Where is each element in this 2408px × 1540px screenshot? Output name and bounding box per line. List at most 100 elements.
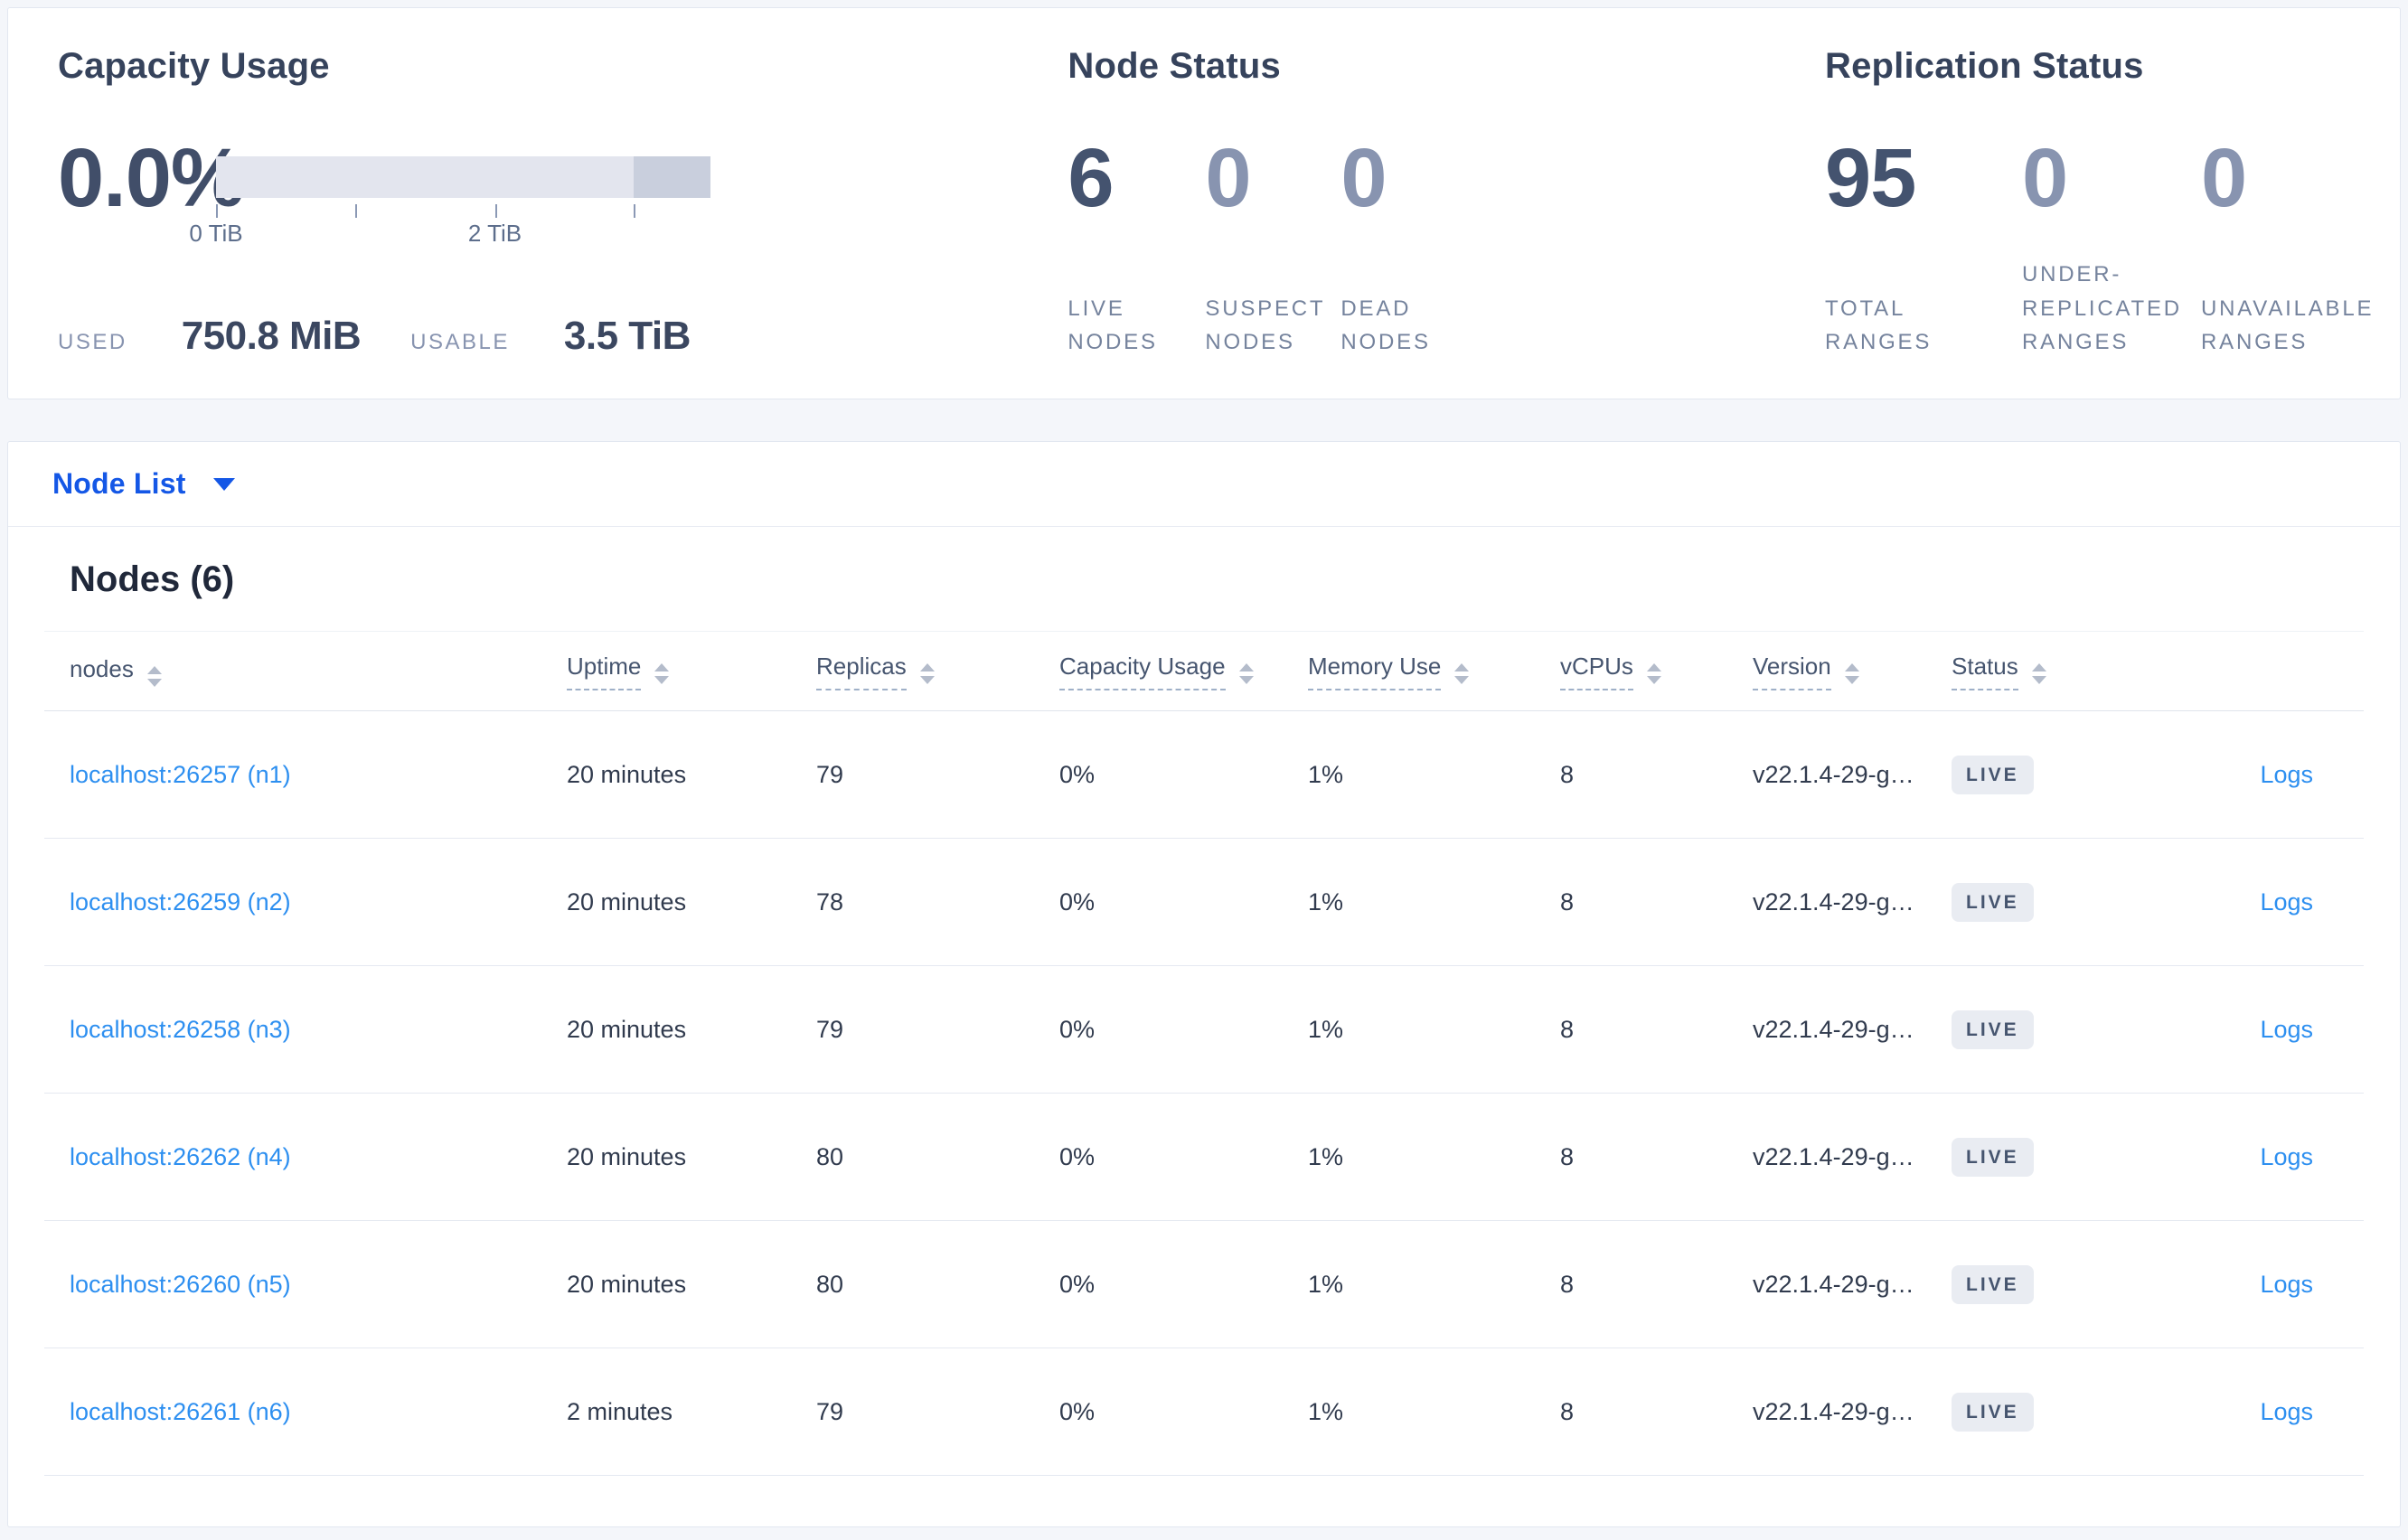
logs-link[interactable]: Logs bbox=[2260, 1271, 2313, 1298]
sort-icon bbox=[1454, 662, 1470, 684]
sort-up-icon bbox=[1646, 662, 1661, 671]
vcpus-cell: 8 bbox=[1560, 1270, 1575, 1298]
stat-label: UNDER- REPLICATED RANGES bbox=[2022, 262, 2182, 354]
sort-up-icon bbox=[654, 662, 670, 671]
node-address-link[interactable]: localhost:26257 (n1) bbox=[70, 761, 291, 788]
sort-up-icon bbox=[1454, 662, 1470, 671]
node-list-dropdown[interactable]: Node List bbox=[8, 442, 2400, 527]
sort-down-icon bbox=[1454, 675, 1470, 684]
memory-use-cell: 1% bbox=[1308, 1270, 1344, 1298]
node-list-card: Node List Nodes (6) nodes Uptime Replica… bbox=[7, 441, 2401, 1527]
capacity-usage-cell: 0% bbox=[1059, 1015, 1096, 1043]
axis-tick bbox=[216, 204, 218, 218]
logs-link[interactable]: Logs bbox=[2260, 1016, 2313, 1043]
sort-up-icon bbox=[1844, 662, 1859, 671]
replicas-cell: 80 bbox=[816, 1142, 844, 1170]
capacity-usage-title: Capacity Usage bbox=[58, 46, 330, 86]
chevron-down-icon bbox=[212, 477, 235, 491]
sort-icon bbox=[1238, 662, 1254, 684]
status-badge: LIVE bbox=[1952, 1264, 2034, 1304]
stat-label: UNAVAILABLE RANGES bbox=[2201, 296, 2375, 354]
stat-value: 95 bbox=[1825, 132, 1916, 224]
column-header-uptime[interactable]: Uptime bbox=[567, 653, 816, 690]
capacity-axis bbox=[216, 198, 710, 218]
replication-status-stats: 95 TOTAL RANGES 0 UNDER- REPLICATED RANG… bbox=[1825, 136, 2400, 359]
column-header-memory-use[interactable]: Memory Use bbox=[1308, 653, 1560, 690]
sort-down-icon bbox=[1238, 675, 1254, 684]
sort-icon bbox=[654, 662, 670, 684]
version-cell: v22.1.4-29-g… bbox=[1753, 1015, 1914, 1043]
sort-down-icon bbox=[1844, 675, 1859, 684]
total-ranges-stat: 95 TOTAL RANGES bbox=[1825, 136, 2022, 359]
sort-icon bbox=[1844, 662, 1859, 684]
table-row: localhost:26257 (n1) 20 minutes 79 0% 1%… bbox=[44, 711, 2364, 839]
logs-link[interactable]: Logs bbox=[2260, 1398, 2313, 1425]
table-row: localhost:26259 (n2) 20 minutes 78 0% 1%… bbox=[44, 839, 2364, 966]
column-header-version[interactable]: Version bbox=[1753, 653, 1952, 690]
usable-label: USABLE bbox=[410, 330, 510, 354]
sort-down-icon bbox=[146, 679, 162, 687]
logs-link[interactable]: Logs bbox=[2260, 888, 2313, 916]
dead-nodes-stat: 0 DEAD NODES bbox=[1340, 136, 1476, 359]
vcpus-cell: 8 bbox=[1560, 1015, 1575, 1043]
sort-up-icon bbox=[146, 666, 162, 674]
unavailable-ranges-stat: 0 UNAVAILABLE RANGES bbox=[2201, 136, 2400, 359]
node-address-link[interactable]: localhost:26260 (n5) bbox=[70, 1271, 291, 1298]
status-badge: LIVE bbox=[1952, 1137, 2034, 1177]
logs-link[interactable]: Logs bbox=[2260, 1143, 2313, 1170]
uptime-cell: 20 minutes bbox=[567, 760, 687, 788]
column-header-replicas[interactable]: Replicas bbox=[816, 653, 1059, 690]
node-address-link[interactable]: localhost:26258 (n3) bbox=[70, 1016, 291, 1043]
version-cell: v22.1.4-29-g… bbox=[1753, 1270, 1914, 1298]
uptime-cell: 2 minutes bbox=[567, 1397, 673, 1425]
live-nodes-stat: 6 LIVE NODES bbox=[1068, 136, 1205, 359]
memory-use-cell: 1% bbox=[1308, 887, 1344, 916]
stat-value: 0 bbox=[1340, 132, 1387, 224]
node-status-title: Node Status bbox=[1068, 46, 1281, 86]
capacity-axis-labels: 0 TiB 2 TiB bbox=[189, 220, 710, 249]
capacity-percent-value: 0.0% bbox=[58, 132, 245, 224]
stat-label: TOTAL RANGES bbox=[1825, 296, 1933, 354]
sort-down-icon bbox=[2031, 675, 2046, 684]
capacity-usage-footer: USED 750.8 MiB USABLE 3.5 TiB bbox=[58, 314, 1068, 359]
version-cell: v22.1.4-29-g… bbox=[1753, 1397, 1914, 1425]
column-header-nodes[interactable]: nodes bbox=[70, 655, 567, 687]
version-cell: v22.1.4-29-g… bbox=[1753, 1142, 1914, 1170]
capacity-usage-cell: 0% bbox=[1059, 760, 1096, 788]
replicas-cell: 79 bbox=[816, 760, 844, 788]
table-row: localhost:26261 (n6) 2 minutes 79 0% 1% … bbox=[44, 1348, 2364, 1476]
sort-icon bbox=[146, 666, 162, 687]
replication-status-title: Replication Status bbox=[1825, 46, 2144, 86]
stat-value: 0 bbox=[2022, 132, 2068, 224]
replicas-cell: 80 bbox=[816, 1270, 844, 1298]
sort-up-icon bbox=[919, 662, 935, 671]
table-row: localhost:26258 (n3) 20 minutes 79 0% 1%… bbox=[44, 966, 2364, 1094]
memory-use-cell: 1% bbox=[1308, 1142, 1344, 1170]
node-list-dropdown-label: Node List bbox=[52, 467, 186, 500]
node-address-link[interactable]: localhost:26262 (n4) bbox=[70, 1143, 291, 1170]
column-header-vcpus[interactable]: vCPUs bbox=[1560, 653, 1753, 690]
node-address-link[interactable]: localhost:26259 (n2) bbox=[70, 888, 291, 916]
memory-use-cell: 1% bbox=[1308, 1015, 1344, 1043]
sort-down-icon bbox=[654, 675, 670, 684]
sort-down-icon bbox=[1646, 675, 1661, 684]
node-address-link[interactable]: localhost:26261 (n6) bbox=[70, 1398, 291, 1425]
sort-up-icon bbox=[1238, 662, 1254, 671]
logs-link[interactable]: Logs bbox=[2260, 761, 2313, 788]
under-replicated-ranges-stat: 0 UNDER- REPLICATED RANGES bbox=[2022, 136, 2201, 359]
capacity-usage-cell: 0% bbox=[1059, 1142, 1096, 1170]
column-header-capacity-usage[interactable]: Capacity Usage bbox=[1059, 653, 1308, 690]
axis-tick-label: 0 TiB bbox=[189, 220, 243, 247]
used-value: 750.8 MiB bbox=[181, 314, 362, 358]
nodes-heading: Nodes (6) bbox=[70, 559, 235, 599]
stat-label: SUSPECT NODES bbox=[1205, 296, 1326, 354]
status-badge: LIVE bbox=[1952, 1009, 2034, 1049]
status-badge: LIVE bbox=[1952, 1392, 2034, 1432]
table-row: localhost:26262 (n4) 20 minutes 80 0% 1%… bbox=[44, 1094, 2364, 1221]
capacity-bar-reserved-segment bbox=[634, 156, 710, 198]
column-header-status[interactable]: Status bbox=[1952, 653, 2178, 690]
replicas-cell: 79 bbox=[816, 1397, 844, 1425]
memory-use-cell: 1% bbox=[1308, 760, 1344, 788]
table-header-row: nodes Uptime Replicas Capacity Usage Mem… bbox=[44, 632, 2364, 711]
capacity-bar bbox=[216, 156, 710, 198]
